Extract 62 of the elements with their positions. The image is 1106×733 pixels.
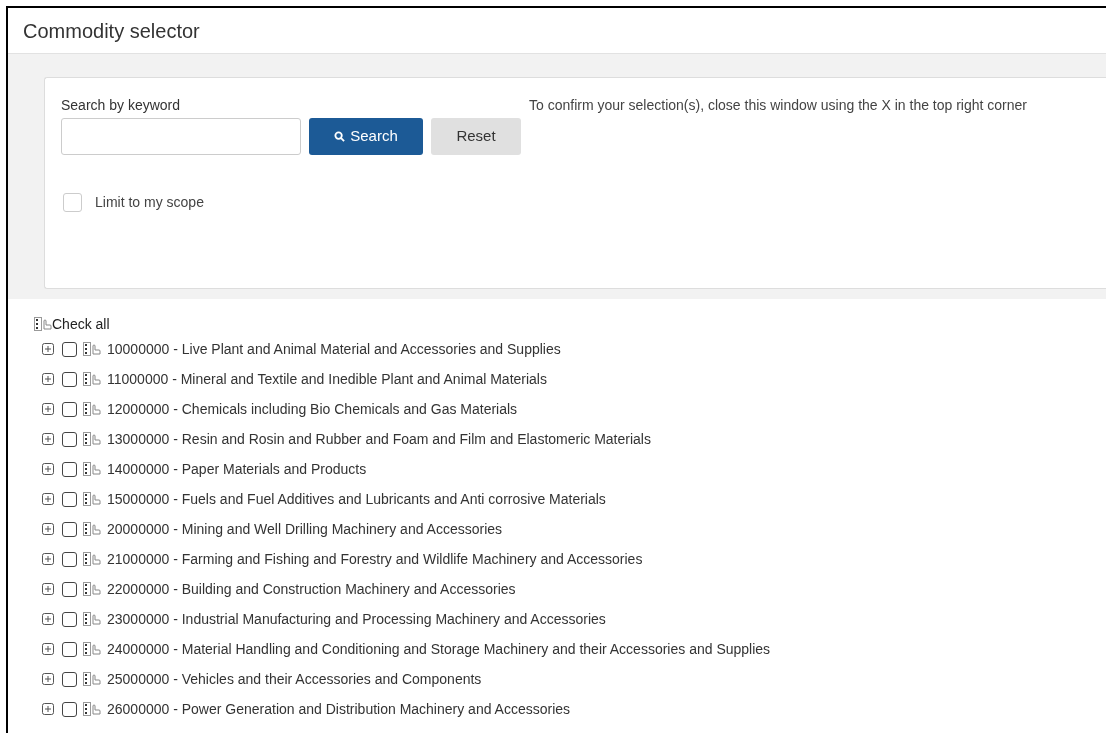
tree-item-label[interactable]: 21000000 - Farming and Fishing and Forestry and Wildlife Machinery and Accessories — [107, 548, 643, 570]
expand-icon[interactable] — [42, 643, 54, 655]
tree-item-label[interactable]: 24000000 - Material Handling and Conditioning and Storage Machinery and their Accessories and Supplies — [107, 638, 771, 660]
select-children-icon[interactable] — [83, 702, 101, 716]
expand-icon[interactable] — [42, 553, 54, 565]
checkbox[interactable] — [62, 671, 77, 687]
field-label: Search by keyword — [61, 96, 182, 115]
expand-icon[interactable] — [42, 463, 54, 475]
tree-item-label[interactable]: 20000000 - Mining and Well Drilling Machinery and Accessories — [107, 518, 503, 540]
select-children-icon[interactable] — [83, 342, 101, 356]
expand-icon[interactable] — [42, 613, 54, 625]
checkbox[interactable] — [62, 341, 77, 357]
tree-item-label[interactable]: 23000000 - Industrial Manufacturing and Processing Machinery and Accessories — [107, 608, 606, 630]
select-children-icon[interactable] — [83, 372, 101, 386]
checkbox[interactable] — [62, 461, 77, 477]
tree-item-label[interactable]: 14000000 - Paper Materials and Products — [107, 458, 367, 480]
checkbox[interactable] — [62, 551, 77, 567]
search-icon — [334, 131, 346, 142]
keyword-field[interactable] — [61, 118, 301, 155]
expand-icon[interactable] — [42, 403, 54, 415]
tree-item-label[interactable]: 26000000 - Power Generation and Distribution Machinery and Accessories — [107, 698, 571, 720]
tree-item-label[interactable]: 11000000 - Mineral and Textile and Inedible Plant and Animal Materials — [107, 368, 547, 390]
checkbox-label: Limit to my scope — [95, 193, 204, 212]
checkbox[interactable] — [62, 641, 77, 657]
checkbox[interactable] — [62, 611, 77, 627]
select-children-icon[interactable] — [83, 402, 101, 416]
expand-icon[interactable] — [42, 703, 54, 715]
instruction-text: To confirm your selection(s), close this window using the X in the top right corner — [529, 96, 1027, 115]
tree-item-label[interactable]: 12000000 - Chemicals including Bio Chemicals and Gas Materials — [107, 398, 518, 420]
window-title: Commodity selector — [23, 18, 200, 44]
expand-icon[interactable] — [42, 433, 54, 445]
checkbox[interactable] — [62, 581, 77, 597]
select-children-icon[interactable] — [83, 432, 101, 446]
tree-item-label[interactable]: 15000000 - Fuels and Fuel Additives and Lubricants and Anti corrosive Materials — [107, 488, 606, 510]
select-children-icon[interactable] — [83, 492, 101, 506]
checkbox[interactable] — [62, 521, 77, 537]
checkbox[interactable] — [62, 491, 77, 507]
expand-icon[interactable] — [42, 343, 54, 355]
select-children-icon[interactable] — [83, 462, 101, 476]
checkbox[interactable] — [62, 401, 77, 417]
tree-item-label[interactable]: 25000000 - Vehicles and their Accessories and Components — [107, 668, 482, 690]
expand-icon[interactable] — [42, 523, 54, 535]
checkbox[interactable] — [62, 431, 77, 447]
checkbox[interactable] — [62, 701, 77, 717]
checkbox[interactable] — [62, 371, 77, 387]
select-children-icon[interactable] — [83, 522, 101, 536]
expand-icon[interactable] — [42, 673, 54, 685]
expand-icon[interactable] — [42, 493, 54, 505]
tree-item-label[interactable]: 10000000 - Live Plant and Animal Material and Accessories and Supplies — [107, 338, 561, 360]
expand-icon[interactable] — [42, 373, 54, 385]
select-children-icon[interactable] — [83, 552, 101, 566]
search-button[interactable]: Search — [309, 118, 423, 155]
check-all-link[interactable]: Check all — [52, 313, 110, 335]
select-children-icon[interactable] — [83, 612, 101, 626]
select-children-icon[interactable] — [83, 582, 101, 596]
select-children-icon[interactable] — [34, 317, 52, 331]
tree-item-label[interactable]: 13000000 - Resin and Rosin and Rubber and Foam and Film and Elastomeric Materials — [107, 428, 651, 450]
expand-icon[interactable] — [42, 583, 54, 595]
select-children-icon[interactable] — [83, 642, 101, 656]
reset-button[interactable]: Reset — [431, 118, 521, 155]
tree-item-label[interactable]: 22000000 - Building and Construction Machinery and Accessories — [107, 578, 516, 600]
select-children-icon[interactable] — [83, 672, 101, 686]
